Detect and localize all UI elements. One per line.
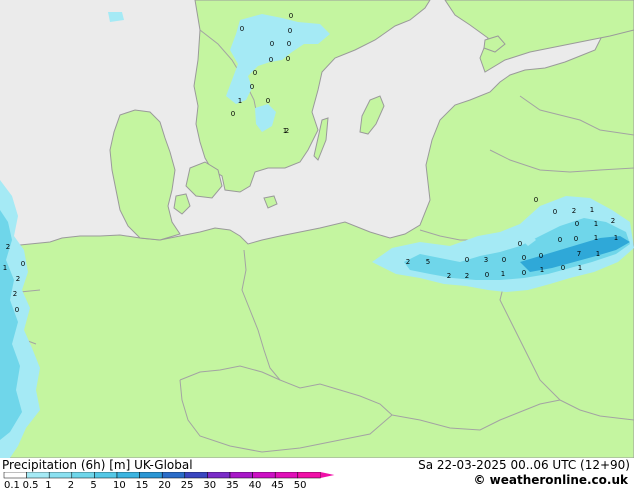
precip-value-label: 0 [289, 12, 293, 20]
precip-value-label: 0 [553, 208, 557, 216]
legend-tick-label: 50 [294, 480, 307, 490]
precip-value-label: 3 [484, 256, 488, 264]
precip-value-label: 0 [522, 269, 526, 277]
precip-value-label: 2 [611, 217, 615, 225]
precip-value-label: 2 [447, 272, 451, 280]
legend-swatch [274, 472, 299, 479]
precip-value-label: 0 [15, 306, 19, 314]
legend-tick-label: 0.1 [4, 480, 20, 490]
precip-value-label: 1 [501, 270, 505, 278]
precip-value-label: 0 [561, 264, 565, 272]
legend-arrow [320, 472, 335, 478]
legend-tick-label: 35 [226, 480, 239, 490]
precipitation-map: 000 000 0001 001220221002 12010100 12 5 0 3 0 0 0 7 1… [0, 0, 634, 458]
precip-value-label: 0 [518, 240, 522, 248]
precip-value-label: 2 [13, 290, 17, 298]
legend-swatch [71, 472, 95, 479]
precip-value-label: 0 [250, 83, 254, 91]
precip-value-label: 1 [590, 206, 594, 214]
precip-value-label: 0 [288, 27, 292, 35]
legend-tick-label: 5 [90, 480, 96, 490]
precip-value-label: 0 [231, 110, 235, 118]
legend-tick-label: 10 [113, 480, 126, 490]
legend-swatch [252, 472, 276, 479]
precip-value-label: 1 [594, 234, 598, 242]
precip-value-label: 0 [539, 252, 543, 260]
precip-value-label: 1 [540, 266, 544, 274]
legend-ticks: 0.1 0.5 1 2 5 10 15 20 25 30 35 40 45 50 [4, 480, 307, 490]
legend-tick-label: 25 [181, 480, 194, 490]
legend-swatch [207, 472, 231, 479]
precip-value-label: 0 [286, 55, 290, 63]
precip-value-label: 1 [596, 250, 600, 258]
legend-swatch [139, 472, 163, 479]
legend-swatch [229, 472, 253, 479]
precip-value-label: 0 [558, 236, 562, 244]
precip-value-label: 0 [485, 271, 489, 279]
legend-swatch [94, 472, 118, 479]
precip-value-label: 2 [16, 275, 20, 283]
legend-swatch [48, 472, 73, 479]
legend-swatch [297, 472, 321, 479]
legend-swatch [26, 472, 50, 479]
legend-tick-label: 40 [249, 480, 262, 490]
legend-tick-label: 45 [271, 480, 284, 490]
precip-value-label: 0 [253, 69, 257, 77]
precip-value-label: 0 [269, 56, 273, 64]
precip-value-label: 5 [426, 258, 430, 266]
precip-value-label: 2 [572, 207, 576, 215]
precip-value-label: 1 [578, 264, 582, 272]
precip-value-label: 0 [266, 97, 270, 105]
precip-value-label: 0 [21, 260, 25, 268]
legend-swatch [161, 472, 186, 479]
precip-value-label: 2 [285, 127, 289, 135]
legend-tick-label: 30 [203, 480, 216, 490]
legend-tick-label: 20 [158, 480, 171, 490]
copyright-text: © weatheronline.co.uk [473, 473, 628, 487]
legend-swatch [184, 472, 208, 479]
map-datetime: Sa 22-03-2025 00..06 UTC (12+90) [418, 458, 630, 472]
map-title: Precipitation (6h) [m] UK-Global [2, 458, 193, 472]
legend-tick-label: 2 [68, 480, 74, 490]
precip-value-label: 1 [238, 97, 242, 105]
precip-value-label: 0 [522, 254, 526, 262]
precip-value-label: 0 [574, 235, 578, 243]
precip-value-label: 0 [534, 196, 538, 204]
precip-value-label: 0 [270, 40, 274, 48]
precip-value-label: 1 [614, 234, 618, 242]
precip-value-label: 0 [287, 40, 291, 48]
precip-value-label: 2 [465, 272, 469, 280]
precip-value-label: 7 [577, 250, 581, 258]
precip-legend: 0.1 0.5 1 2 5 10 15 20 25 30 35 40 45 50 [3, 472, 335, 490]
legend-swatch [116, 472, 140, 479]
legend-tick-label: 1 [45, 480, 51, 490]
precip-value-label: 0 [575, 220, 579, 228]
legend-swatch [3, 472, 27, 479]
precip-value-label: 0 [240, 25, 244, 33]
legend-tick-label: 15 [136, 480, 149, 490]
precip-value-label: 2 [6, 243, 10, 251]
precip-value-label: 0 [502, 256, 506, 264]
legend-tick-label: 0.5 [23, 480, 39, 490]
precip-value-label: 1 [3, 264, 7, 272]
precip-value-label: 1 [594, 220, 598, 228]
legend-swatches [3, 472, 335, 479]
precip-value-label: 2 [406, 258, 410, 266]
precip-value-label: 0 [465, 256, 469, 264]
